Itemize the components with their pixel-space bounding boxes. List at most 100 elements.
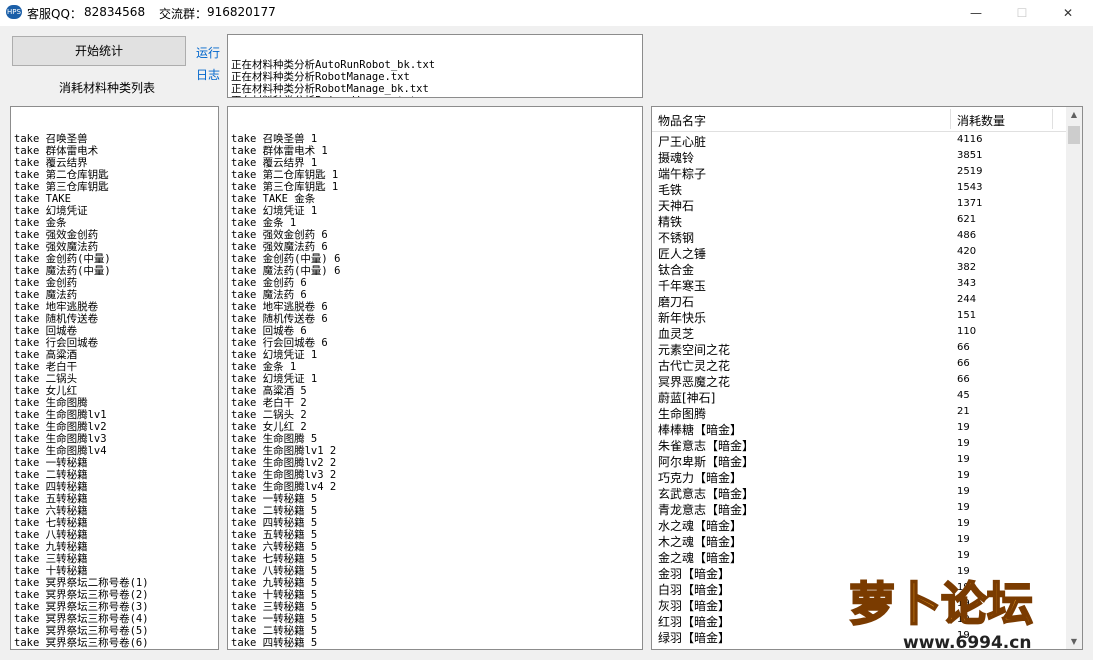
item-count-cell: 21 bbox=[957, 406, 970, 417]
list-item: take 幻境凭证 1 bbox=[231, 373, 318, 385]
table-row[interactable]: 天神石 1371 bbox=[652, 196, 1068, 213]
watermark-logo-text: 萝卜论坛 bbox=[849, 577, 1033, 631]
list-item: take 召唤圣兽 bbox=[14, 133, 88, 145]
column-header-count[interactable]: 消耗数量 bbox=[957, 112, 1005, 129]
item-count-cell: 66 bbox=[957, 342, 970, 353]
list-item: take 八转秘籍 bbox=[14, 529, 88, 541]
list-item: take 金创药 6 bbox=[231, 277, 307, 289]
list-item: take 冥界祭坛三称号卷(7) bbox=[11, 649, 218, 650]
list-item: take 七转秘籍 bbox=[14, 517, 88, 529]
table-row[interactable]: 巧克力【暗金】 19 bbox=[652, 468, 1068, 485]
list-item: take 三转秘籍 5 bbox=[231, 601, 318, 613]
list-item: 正在材料种类分析RobotManage_bk.txt bbox=[231, 83, 429, 95]
start-stats-button[interactable]: 开始统计 bbox=[12, 36, 186, 66]
item-count-cell: 19 bbox=[957, 486, 970, 497]
list-item: take 地牢逃脱卷 bbox=[14, 301, 99, 313]
item-count-cell: 19 bbox=[957, 550, 970, 561]
table-row[interactable]: 古代亡灵之花 66 bbox=[652, 356, 1068, 373]
list-item: take 十转秘籍 bbox=[14, 565, 88, 577]
table-row[interactable]: 朱雀意志【暗金】 19 bbox=[652, 436, 1068, 453]
table-row[interactable]: 千年寒玉 343 bbox=[652, 276, 1068, 293]
column-divider[interactable] bbox=[1052, 109, 1053, 129]
item-count-cell: 343 bbox=[957, 278, 977, 289]
list-item: take 覆云结界 1 bbox=[231, 157, 318, 169]
table-row[interactable]: 青龙意志【暗金】 19 bbox=[652, 500, 1068, 517]
column-divider[interactable] bbox=[950, 109, 951, 129]
list-item: take 生命图腾lv2 2 bbox=[231, 457, 337, 469]
list-item: take 高粱酒 5 bbox=[231, 385, 307, 397]
list-item: take 强效金创药 6 bbox=[231, 229, 328, 241]
maximize-button[interactable]: ☐ bbox=[999, 0, 1045, 26]
list-item: take 生命图腾lv4 2 bbox=[231, 481, 337, 493]
table-row[interactable]: 磨刀石 244 bbox=[652, 292, 1068, 309]
table-row[interactable]: 不锈钢 486 bbox=[652, 228, 1068, 245]
table-row[interactable]: 玄武意志【暗金】 19 bbox=[652, 484, 1068, 501]
item-count-cell: 19 bbox=[957, 502, 970, 513]
list-item: take 女儿红 bbox=[14, 385, 78, 397]
list-item: take 魔法药 6 bbox=[231, 289, 307, 301]
scroll-thumb[interactable] bbox=[1068, 126, 1080, 144]
list-item: take 金条 1 bbox=[231, 361, 297, 373]
run-link[interactable]: 运行 bbox=[196, 44, 220, 61]
list-item: take 八转秘籍 5 bbox=[231, 565, 318, 577]
list-item: take 冥界祭坛三称号卷(4) bbox=[14, 613, 149, 625]
list-item: take 二转秘籍 5 bbox=[231, 625, 318, 637]
table-row[interactable]: 钛合金 382 bbox=[652, 260, 1068, 277]
list-item: take 生命图腾lv3 2 bbox=[231, 469, 337, 481]
list-item: take 群体雷电术 bbox=[14, 145, 99, 157]
log-textbox[interactable]: 正在材料种类分析AutoRunRobot_bk.txt 正在材料种类分析Robot… bbox=[227, 34, 643, 98]
list-item: take 老白干 bbox=[14, 361, 78, 373]
table-row[interactable]: 棒棒糖【暗金】 19 bbox=[652, 420, 1068, 437]
left-material-list[interactable]: take 召唤圣兽 take 群体雷电术 take 覆云结界 take 第二仓库钥匙 t… bbox=[10, 106, 219, 650]
table-row[interactable]: 摄魂铃 3851 bbox=[652, 148, 1068, 165]
list-item: take 第二仓库钥匙 bbox=[14, 169, 109, 181]
list-item: take 第三仓库钥匙 bbox=[14, 181, 109, 193]
list-item: take 金创药(中量) bbox=[14, 253, 111, 265]
table-row[interactable]: 端午粽子 2519 bbox=[652, 164, 1068, 181]
list-item: take 幻境凭证 1 bbox=[231, 349, 318, 361]
table-row[interactable]: 新年快乐 151 bbox=[652, 308, 1068, 325]
minimize-button[interactable]: — bbox=[953, 0, 999, 26]
forum-watermark-logo: 萝卜论坛 www.6994.cn bbox=[848, 576, 1034, 653]
list-item: take 五转秘籍 bbox=[14, 493, 88, 505]
list-item: take 二转秘籍 bbox=[14, 469, 88, 481]
close-button[interactable]: ✕ bbox=[1045, 0, 1091, 26]
scroll-up-icon[interactable]: ▲ bbox=[1066, 110, 1082, 119]
list-item: take 老白干 2 bbox=[231, 397, 307, 409]
table-row[interactable]: 尸王心脏 4116 bbox=[652, 132, 1068, 149]
list-item: take 回城卷 6 bbox=[231, 325, 307, 337]
qq-label: 客服QQ： bbox=[27, 7, 82, 21]
list-item: take 七转秘籍 5 bbox=[231, 553, 318, 565]
log-link[interactable]: 日志 bbox=[196, 66, 220, 83]
table-row[interactable]: 木之魂【暗金】 19 bbox=[652, 532, 1068, 549]
grid-header: 物品名字 消耗数量 bbox=[652, 107, 1068, 132]
list-item: take 随机传送卷 bbox=[14, 313, 99, 325]
table-row[interactable]: 匠人之锤 420 bbox=[652, 244, 1068, 261]
list-item: take TAKE 金条 bbox=[231, 193, 316, 205]
group-label: 交流群： bbox=[159, 7, 208, 21]
item-count-cell: 19 bbox=[957, 518, 970, 529]
table-row[interactable]: 金之魂【暗金】 19 bbox=[652, 548, 1068, 565]
app-icon: HPS bbox=[6, 5, 22, 19]
material-list-label: 消耗材料种类列表 bbox=[59, 81, 156, 95]
middle-material-list[interactable]: take 召唤圣兽 1 take 群体雷电术 1 take 覆云结界 1 take 第… bbox=[227, 106, 643, 650]
list-item: take 一转秘籍 bbox=[14, 457, 88, 469]
table-row[interactable]: 血灵芝 110 bbox=[652, 324, 1068, 341]
list-item: take 冥界祭坛二称号卷(1) bbox=[14, 577, 149, 589]
list-item: take 生命图腾lv3 bbox=[14, 433, 107, 445]
list-item: take 六转秘籍 bbox=[14, 505, 88, 517]
table-row[interactable]: 毛铁 1543 bbox=[652, 180, 1068, 197]
table-row[interactable]: 冥界恶魔之花 66 bbox=[652, 372, 1068, 389]
table-row[interactable]: 蔚蓝[神石] 45 bbox=[652, 388, 1068, 405]
list-item: take 群体雷电术 1 bbox=[231, 145, 328, 157]
table-row[interactable]: 元素空间之花 66 bbox=[652, 340, 1068, 357]
table-row[interactable]: 水之魂【暗金】 19 bbox=[652, 516, 1068, 533]
list-item: 正在材料种类分析PoisonWeapon.txt bbox=[228, 95, 642, 97]
item-count-cell: 382 bbox=[957, 262, 977, 273]
list-item: take 魔法药(中量) bbox=[14, 265, 111, 277]
list-item: take 生命图腾lv4 bbox=[14, 445, 107, 457]
table-row[interactable]: 生命图腾 21 bbox=[652, 404, 1068, 421]
column-header-name[interactable]: 物品名字 bbox=[658, 112, 706, 129]
table-row[interactable]: 阿尔卑斯【暗金】 19 bbox=[652, 452, 1068, 469]
table-row[interactable]: 精铁 621 bbox=[652, 212, 1068, 229]
